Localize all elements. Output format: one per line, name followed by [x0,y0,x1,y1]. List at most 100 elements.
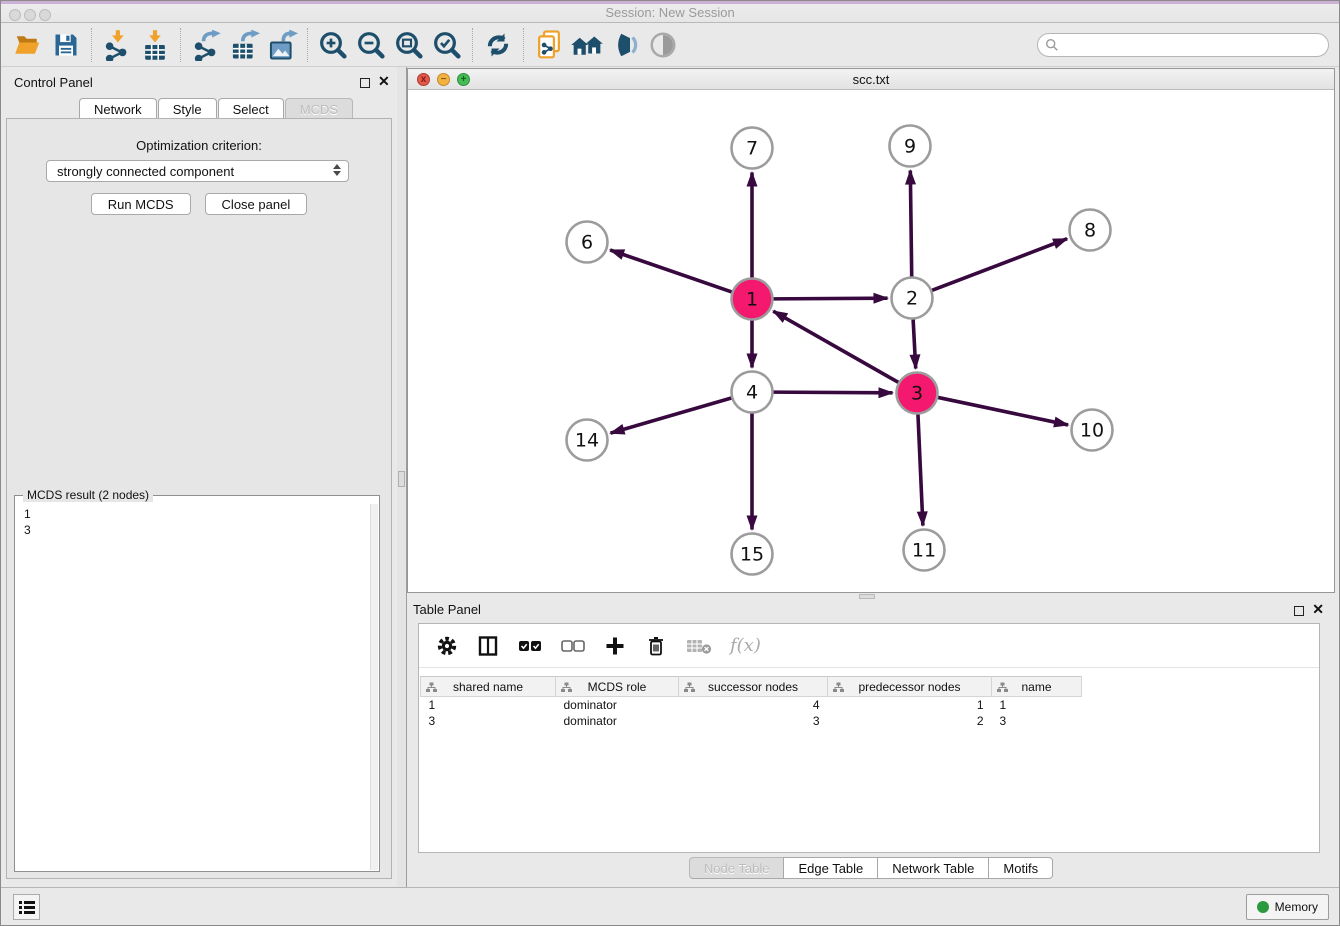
cell-MCDS-role[interactable]: dominator [556,713,679,729]
eye-icon[interactable] [644,26,682,64]
float-panel-icon[interactable] [360,78,370,88]
table-panel: Table Panel ✕ [407,601,1335,887]
select-all-icon[interactable] [517,635,543,657]
mcds-panel: Optimization criterion: strongly connect… [6,118,392,879]
tab-node-table[interactable]: Node Table [689,857,784,879]
home-icon[interactable] [568,26,606,64]
search-input[interactable] [1037,33,1329,57]
table-row[interactable]: 3dominator323 [421,713,1098,729]
tab-style[interactable]: Style [158,98,217,119]
cell-shared-name[interactable]: 1 [421,697,556,713]
export-table-icon[interactable] [225,26,263,64]
column-header-MCDS-role[interactable]: MCDS role [556,677,679,697]
edge-1-2[interactable] [773,298,887,299]
function-builder-icon: f(x) [730,635,761,656]
show-hide-panels-icon[interactable] [606,26,644,64]
close-panel-icon[interactable]: ✕ [1312,601,1324,618]
tab-network-table[interactable]: Network Table [877,857,988,879]
zoom-fit-icon[interactable] [390,26,428,64]
tab-network[interactable]: Network [79,98,157,119]
close-panel-icon[interactable]: ✕ [378,73,390,90]
graph[interactable]: 7968124314101511 [408,90,1334,592]
org-chart-icon [833,682,844,696]
memory-button[interactable]: Memory [1246,894,1329,920]
toolbar-separator [91,28,92,62]
splitter-grip[interactable] [398,471,405,487]
destroy-table-icon [685,636,713,656]
delete-column-icon[interactable] [644,634,668,658]
tab-mcds[interactable]: MCDS [285,98,353,119]
optimization-criterion-label: Optimization criterion: [7,138,391,153]
node-label-7: 7 [746,138,758,160]
unselect-all-icon[interactable] [560,635,586,657]
export-image-icon[interactable] [263,26,301,64]
column-view-icon[interactable] [476,634,500,658]
toolbar-separator [307,28,308,62]
import-network-icon[interactable] [98,26,136,64]
tab-edge-table[interactable]: Edge Table [783,857,877,879]
result-scrollbar[interactable] [370,504,378,870]
org-chart-icon [997,682,1008,696]
chevron-updown-icon [333,164,341,176]
node-label-4: 4 [746,382,758,404]
gear-icon[interactable] [435,634,459,658]
zoom-out-icon[interactable] [352,26,390,64]
import-table-icon[interactable] [136,26,174,64]
cell-predecessor-nodes[interactable]: 2 [828,713,992,729]
cell-filler [1082,697,1098,713]
edge-4-3[interactable] [773,392,892,393]
node-label-6: 6 [581,232,593,254]
mcds-result-text[interactable]: 1 3 [16,504,370,870]
cell-name[interactable]: 1 [992,697,1082,713]
tab-motifs[interactable]: Motifs [988,857,1053,879]
vertical-splitter[interactable] [397,67,407,887]
cell-predecessor-nodes[interactable]: 1 [828,697,992,713]
cell-successor-nodes[interactable]: 3 [679,713,828,729]
edge-2-9[interactable] [910,170,911,276]
cell-successor-nodes[interactable]: 4 [679,697,828,713]
splitter-grip[interactable] [859,594,875,599]
column-header-predecessor-nodes[interactable]: predecessor nodes [828,677,992,697]
table-panel-title: Table Panel [413,602,481,617]
add-column-icon[interactable] [603,634,627,658]
edge-1-6[interactable] [610,250,732,292]
edge-4-14[interactable] [611,398,732,433]
open-file-icon[interactable] [9,26,47,64]
task-history-icon[interactable] [13,894,40,920]
save-session-icon[interactable] [47,26,85,64]
cell-name[interactable]: 3 [992,713,1082,729]
tab-select[interactable]: Select [218,98,284,119]
title-bar: Session: New Session [1,1,1339,23]
edge-2-8[interactable] [932,239,1067,291]
edge-3-11[interactable] [918,414,923,525]
node-label-11: 11 [912,540,936,562]
zoom-in-icon[interactable] [314,26,352,64]
zoom-selected-icon[interactable] [428,26,466,64]
network-title: scc.txt [408,72,1334,87]
column-header-shared-name[interactable]: shared name [421,677,556,697]
control-panel-title: Control Panel [14,75,93,90]
criterion-select[interactable]: strongly connected component [46,160,349,182]
run-mcds-button[interactable]: Run MCDS [91,193,191,215]
node-label-8: 8 [1084,220,1096,242]
table-row[interactable]: 1dominator411 [421,697,1098,713]
cell-MCDS-role[interactable]: dominator [556,697,679,713]
refresh-layout-icon[interactable] [479,26,517,64]
control-panel-tabs: NetworkStyleSelectMCDS [79,98,354,119]
node-label-9: 9 [904,136,916,158]
edge-3-10[interactable] [938,397,1068,424]
network-canvas[interactable]: 7968124314101511 [408,90,1334,592]
clone-network-icon[interactable] [530,26,568,64]
column-header-successor-nodes[interactable]: successor nodes [679,677,828,697]
float-panel-icon[interactable] [1294,606,1304,616]
mcds-result-groupbox: MCDS result (2 nodes) 1 3 [14,495,380,872]
cell-shared-name[interactable]: 3 [421,713,556,729]
horizontal-splitter[interactable] [407,593,1335,601]
edge-3-1[interactable] [773,311,898,382]
close-panel-button[interactable]: Close panel [205,193,308,215]
table-toolbar: f(x) [419,624,1319,668]
column-header-name[interactable]: name [992,677,1082,697]
network-view-window: x − + scc.txt 7968124314101511 [407,68,1335,593]
edge-2-3[interactable] [913,319,916,368]
export-network-icon[interactable] [187,26,225,64]
